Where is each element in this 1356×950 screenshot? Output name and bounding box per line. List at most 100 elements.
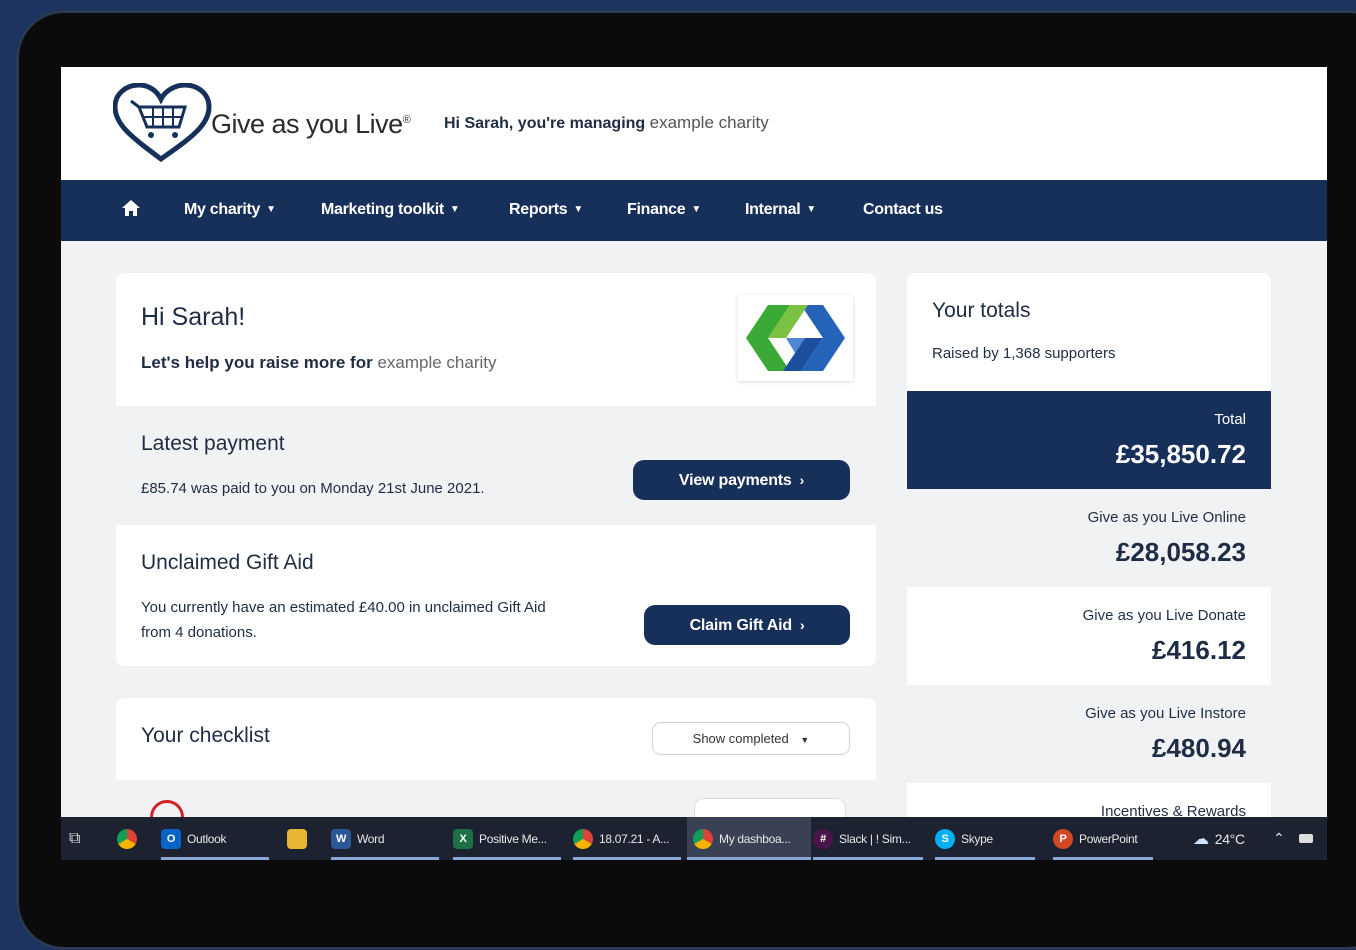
nav-my-charity[interactable]: My charity ▼ xyxy=(184,201,276,219)
donate-total-row: Give as you Live Donate £416.12 xyxy=(907,587,1271,685)
totals-subtitle: Raised by 1,368 supporters xyxy=(932,345,1116,362)
charity-logo-graphic xyxy=(746,305,845,371)
logo-text: Give as you Live xyxy=(211,109,403,139)
task-view-icon: ⧉ xyxy=(69,829,81,847)
chevron-right-icon: › xyxy=(799,472,805,488)
taskbar-active-indicator xyxy=(1053,857,1153,860)
weather-widget[interactable]: ☁ 24°C xyxy=(1193,817,1245,860)
outlook-icon: O xyxy=(161,828,181,849)
gift-aid-text: You currently have an estimated £40.00 i… xyxy=(141,595,546,645)
cloud-icon: ☁ xyxy=(1193,830,1209,848)
taskbar-label: Slack | ! Sim... xyxy=(839,831,911,846)
main-navigation: My charity ▼ Marketing toolkit ▼ Reports ▼ … xyxy=(61,180,1327,241)
greeting-text: Hi Sarah, you're managing xyxy=(444,115,646,132)
taskbar-active-indicator xyxy=(935,857,1035,860)
system-tray-expand[interactable]: ⌃ xyxy=(1273,817,1285,860)
charity-logo xyxy=(738,295,853,381)
powerpoint-icon: P xyxy=(1053,828,1073,849)
network-icon xyxy=(1299,834,1313,843)
taskbar-active-indicator xyxy=(573,857,681,860)
taskbar-skype[interactable]: S Skype xyxy=(935,817,1035,860)
skype-icon: S xyxy=(935,828,955,849)
chrome-icon xyxy=(693,828,713,849)
latest-payment-title: Latest payment xyxy=(141,432,285,455)
taskbar-label: Word xyxy=(357,831,385,846)
instore-label: Give as you Live Instore xyxy=(1085,705,1246,722)
taskbar-chrome[interactable] xyxy=(117,817,143,860)
logo-wordmark: Give as you Live® xyxy=(211,109,411,140)
taskbar-label: 18.07.21 - A... xyxy=(599,831,670,846)
system-tray-network[interactable] xyxy=(1299,817,1313,860)
welcome-card: Hi Sarah! Let's help you raise more for … xyxy=(116,273,876,666)
taskbar-powerpoint[interactable]: P PowerPoint xyxy=(1053,817,1153,860)
view-payments-button[interactable]: View payments › xyxy=(633,460,850,500)
chevron-up-icon: ⌃ xyxy=(1273,830,1285,846)
online-label: Give as you Live Online xyxy=(1087,509,1246,526)
slack-icon: # xyxy=(813,828,833,849)
taskbar-word[interactable]: W Word xyxy=(331,817,439,860)
show-completed-dropdown[interactable]: Show completed ▼ xyxy=(652,722,850,755)
browser-viewport: Give as you Live® Hi Sarah, you're manag… xyxy=(61,67,1327,860)
task-view-button[interactable]: ⧉ xyxy=(69,817,80,860)
gift-aid-text-line2: from 4 donations. xyxy=(141,624,257,641)
online-total-row: Give as you Live Online £28,058.23 xyxy=(907,489,1271,587)
caret-down-icon: ▼ xyxy=(266,204,276,216)
view-payments-label: View payments xyxy=(678,472,792,489)
gift-aid-title: Unclaimed Gift Aid xyxy=(141,551,314,574)
word-icon: W xyxy=(331,828,351,849)
welcome-charity-name: example charity xyxy=(377,353,497,372)
nav-label: My charity xyxy=(184,201,261,218)
taskbar-label: Outlook xyxy=(187,831,227,846)
taskbar-active-indicator xyxy=(813,857,923,860)
taskbar-active-indicator xyxy=(161,857,269,860)
nav-internal[interactable]: Internal ▼ xyxy=(745,201,816,219)
donate-label: Give as you Live Donate xyxy=(1082,607,1246,624)
caret-down-icon: ▼ xyxy=(806,204,816,216)
home-icon xyxy=(122,200,140,216)
gift-aid-section: Unclaimed Gift Aid You currently have an… xyxy=(116,525,876,666)
welcome-title: Hi Sarah! xyxy=(141,303,246,331)
caret-down-icon: ▼ xyxy=(691,204,701,216)
nav-label: Finance xyxy=(627,201,686,218)
site-header: Give as you Live® Hi Sarah, you're manag… xyxy=(61,67,1327,180)
taskbar-file-explorer[interactable] xyxy=(287,817,313,860)
donate-value: £416.12 xyxy=(1152,635,1246,665)
nav-finance[interactable]: Finance ▼ xyxy=(627,201,701,219)
gift-aid-text-line1: You currently have an estimated £40.00 i… xyxy=(141,599,546,616)
total-row: Total £35,850.72 xyxy=(907,391,1271,489)
nav-home[interactable] xyxy=(121,199,141,222)
chrome-icon xyxy=(117,828,137,849)
latest-payment-text: £85.74 was paid to you on Monday 21st Ju… xyxy=(141,480,485,497)
totals-title: Your totals xyxy=(932,299,1031,322)
caret-down-icon: ▼ xyxy=(449,204,460,216)
site-logo[interactable]: Give as you Live® xyxy=(112,82,413,163)
windows-taskbar: ⧉ O Outlook W Word X Positive Me... 18.07.2… xyxy=(61,817,1327,860)
managed-charity-name: example charity xyxy=(649,113,769,132)
nav-marketing-toolkit[interactable]: Marketing toolkit ▼ xyxy=(321,201,460,219)
nav-reports[interactable]: Reports ▼ xyxy=(509,201,583,219)
instore-value: £480.94 xyxy=(1152,733,1246,763)
show-completed-label: Show completed xyxy=(692,731,789,746)
folder-icon xyxy=(287,828,307,849)
nav-label: Marketing toolkit xyxy=(321,201,444,218)
taskbar-label: Skype xyxy=(961,831,993,846)
taskbar-chrome-window-1[interactable]: 18.07.21 - A... xyxy=(573,817,681,860)
nav-contact-us[interactable]: Contact us xyxy=(863,201,943,219)
temperature: 24°C xyxy=(1214,830,1245,847)
taskbar-slack[interactable]: # Slack | ! Sim... xyxy=(813,817,923,860)
chevron-right-icon: › xyxy=(799,617,805,633)
online-value: £28,058.23 xyxy=(1115,537,1246,567)
chrome-icon xyxy=(573,828,593,849)
nav-label: Contact us xyxy=(863,201,943,218)
taskbar-outlook[interactable]: O Outlook xyxy=(161,817,269,860)
taskbar-chrome-window-2[interactable]: My dashboa... xyxy=(687,817,811,860)
taskbar-label: My dashboa... xyxy=(719,831,791,846)
welcome-subtitle: Let's help you raise more for example ch… xyxy=(141,353,497,373)
total-label: Total xyxy=(1214,411,1246,428)
instore-total-row: Give as you Live Instore £480.94 xyxy=(907,685,1271,783)
taskbar-label: PowerPoint xyxy=(1079,831,1138,846)
latest-payment-section: Latest payment £85.74 was paid to you on… xyxy=(116,406,876,525)
nav-label: Reports xyxy=(509,201,568,218)
claim-gift-aid-button[interactable]: Claim Gift Aid › xyxy=(644,605,850,645)
taskbar-excel[interactable]: X Positive Me... xyxy=(453,817,561,860)
